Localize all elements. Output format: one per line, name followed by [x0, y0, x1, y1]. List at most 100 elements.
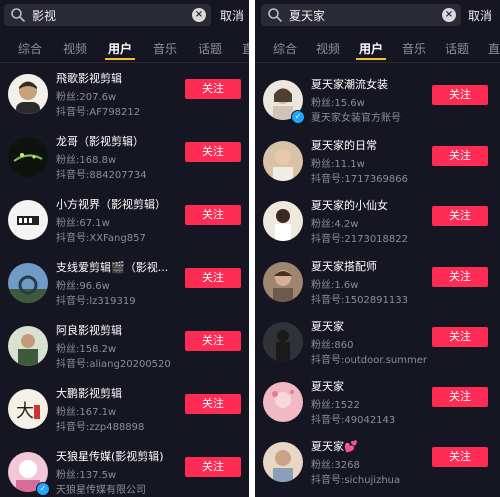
avatar[interactable]: 大	[8, 389, 48, 429]
active-tab-underline	[105, 58, 135, 60]
fans-count: 粉丝:168.8w	[56, 155, 117, 166]
douyin-id: 抖音号:lz319319	[56, 296, 136, 307]
follow-button[interactable]: 关注	[432, 206, 488, 226]
user-row[interactable]: 夏天家的小仙女 粉丝:4.2w 抖音号:2173018822 关注	[255, 197, 500, 257]
user-row[interactable]: 夏天家搭配师 粉丝:1.6w 抖音号:1502891133 关注	[255, 258, 500, 318]
user-name[interactable]: 大鹏影视剪辑	[56, 385, 122, 401]
user-row[interactable]: 夏天家💕 粉丝:3268 抖音号:sichujizhua 关注	[255, 438, 500, 497]
follow-button[interactable]: 关注	[432, 327, 488, 347]
avatar[interactable]	[8, 326, 48, 366]
avatar[interactable]	[8, 263, 48, 303]
douyin-id: 抖音号:49042143	[311, 415, 396, 426]
user-row[interactable]: ✓ 天狼星传媒(影视剪辑) 粉丝:137.5w 天狼星传媒有限公司 关注	[0, 448, 249, 497]
avatar[interactable]	[8, 200, 48, 240]
user-name[interactable]: 夏天家潮流女装	[311, 76, 388, 92]
follow-button[interactable]: 关注	[432, 267, 488, 287]
tab-general[interactable]: 综合	[18, 40, 42, 57]
user-name[interactable]: 夏天家	[311, 318, 344, 334]
douyin-id: 抖音号:884207734	[56, 170, 147, 181]
tab-topics[interactable]: 话题	[198, 40, 222, 57]
avatar[interactable]	[263, 322, 303, 362]
fans-count: 粉丝:67.1w	[56, 218, 110, 229]
user-row[interactable]: 阿良影视剪辑 粉丝:158.2w 抖音号:aliang20200520 关注	[0, 322, 249, 382]
fans-count: 粉丝:137.5w	[56, 470, 117, 481]
user-name[interactable]: 夏天家	[311, 378, 344, 394]
avatar[interactable]	[8, 137, 48, 177]
clear-icon[interactable]: ×	[442, 8, 456, 22]
tab-videos[interactable]: 视频	[316, 40, 340, 57]
user-name[interactable]: 小方视界（影视剪辑）	[56, 196, 166, 212]
search-bar[interactable]: 影视 ×	[4, 4, 211, 26]
follow-button[interactable]: 关注	[185, 142, 241, 162]
fans-count: 粉丝:158.2w	[56, 344, 117, 355]
search-input[interactable]: 夏天家	[289, 7, 442, 24]
follow-button[interactable]: 关注	[185, 457, 241, 477]
avatar[interactable]	[263, 442, 303, 482]
tab-music[interactable]: 音乐	[402, 40, 426, 57]
follow-button[interactable]: 关注	[432, 146, 488, 166]
avatar[interactable]	[263, 382, 303, 422]
fans-count: 粉丝:4.2w	[311, 219, 359, 230]
user-name[interactable]: 夏天家的小仙女	[311, 197, 388, 213]
tab-live[interactable]: 直	[242, 40, 249, 57]
fans-count: 粉丝:11.1w	[311, 159, 365, 170]
search-icon	[10, 7, 26, 23]
follow-button[interactable]: 关注	[185, 205, 241, 225]
follow-button[interactable]: 关注	[432, 447, 488, 467]
avatar[interactable]	[263, 141, 303, 181]
divider	[0, 62, 249, 63]
follow-button[interactable]: 关注	[185, 268, 241, 288]
account-description: 夏天家女装官方账号	[311, 113, 401, 124]
user-name[interactable]: 龙哥（影视剪辑）	[56, 133, 144, 149]
tab-topics[interactable]: 话题	[445, 40, 469, 57]
user-row[interactable]: 支线爱剪辑🎬（影视... 粉丝:96.6w 抖音号:lz319319 关注	[0, 259, 249, 319]
user-name[interactable]: 天狼星传媒(影视剪辑)	[56, 448, 164, 464]
tab-users[interactable]: 用户	[108, 40, 132, 57]
fans-count: 粉丝:207.6w	[56, 92, 117, 103]
tab-videos[interactable]: 视频	[63, 40, 87, 57]
user-name[interactable]: 夏天家搭配师	[311, 258, 377, 274]
fans-count: 粉丝:1.6w	[311, 280, 359, 291]
divider	[255, 62, 500, 63]
user-row[interactable]: ✓ 夏天家潮流女装 粉丝:15.6w 夏天家女装官方账号 关注	[255, 76, 500, 136]
user-name[interactable]: 夏天家的日常	[311, 137, 377, 153]
user-row[interactable]: 夏天家 粉丝:1522 抖音号:49042143 关注	[255, 378, 500, 438]
follow-button[interactable]: 关注	[432, 85, 488, 105]
user-name[interactable]: 飛歌影视剪辑	[56, 70, 122, 86]
search-bar[interactable]: 夏天家 ×	[261, 4, 461, 26]
tab-live[interactable]: 直	[488, 40, 500, 57]
tab-general[interactable]: 综合	[273, 40, 297, 57]
cancel-button[interactable]: 取消	[220, 7, 244, 24]
douyin-id: 抖音号:sichujizhua	[311, 475, 401, 486]
avatar[interactable]	[8, 74, 48, 114]
clear-icon[interactable]: ×	[192, 8, 206, 22]
search-input[interactable]: 影视	[32, 7, 192, 24]
avatar[interactable]	[263, 262, 303, 302]
douyin-id: 抖音号:2173018822	[311, 234, 408, 245]
user-row[interactable]: 小方视界（影视剪辑） 粉丝:67.1w 抖音号:XXFang857 关注	[0, 196, 249, 256]
follow-button[interactable]: 关注	[432, 387, 488, 407]
fans-count: 粉丝:1522	[311, 400, 360, 411]
follow-button[interactable]: 关注	[185, 79, 241, 99]
douyin-id: 抖音号:outdoor.summer	[311, 355, 427, 366]
user-row[interactable]: 夏天家 粉丝:860 抖音号:outdoor.summer 关注	[255, 318, 500, 378]
tab-music[interactable]: 音乐	[153, 40, 177, 57]
user-row[interactable]: 大 大鹏影视剪辑 粉丝:167.1w 抖音号:zzp488898 关注	[0, 385, 249, 445]
follow-button[interactable]: 关注	[185, 331, 241, 351]
avatar[interactable]	[263, 201, 303, 241]
search-icon	[267, 7, 283, 23]
screenshot-composite: 影视 × 取消 综合 视频 用户 音乐 话题 直 飛歌影视剪辑 粉丝:207.6…	[0, 0, 500, 497]
douyin-id: 抖音号:zzp488898	[56, 422, 145, 433]
user-row[interactable]: 飛歌影视剪辑 粉丝:207.6w 抖音号:AF798212 关注	[0, 70, 249, 130]
active-tab-underline	[356, 58, 386, 60]
cancel-button[interactable]: 取消	[468, 7, 492, 24]
user-name[interactable]: 支线爱剪辑🎬（影视...	[56, 259, 168, 275]
tab-bar: 综合 视频 用户 音乐 话题 直	[0, 38, 249, 62]
verified-badge-icon: ✓	[291, 110, 305, 124]
user-row[interactable]: 龙哥（影视剪辑） 粉丝:168.8w 抖音号:884207734 关注	[0, 133, 249, 193]
user-name[interactable]: 夏天家💕	[311, 438, 358, 454]
user-row[interactable]: 夏天家的日常 粉丝:11.1w 抖音号:1717369866 关注	[255, 137, 500, 197]
user-name[interactable]: 阿良影视剪辑	[56, 322, 122, 338]
tab-users[interactable]: 用户	[359, 40, 383, 57]
follow-button[interactable]: 关注	[185, 394, 241, 414]
